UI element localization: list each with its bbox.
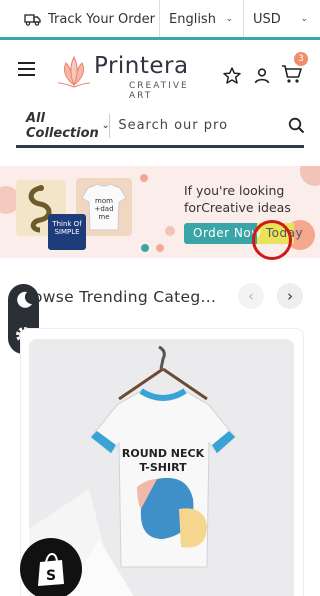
collection-select[interactable]: All Collection ⌄	[16, 110, 111, 141]
site-header: Printera CREATIVE ART 3	[0, 40, 320, 106]
dark-mode-moon-icon[interactable]	[14, 290, 34, 310]
shirt-print-line1: ROUND NECK	[122, 447, 205, 460]
decor-dot	[165, 226, 175, 236]
language-value: English	[169, 11, 216, 27]
cart-icon	[282, 65, 302, 83]
chevron-down-icon: ⌄	[225, 14, 233, 24]
slider-pagination	[140, 238, 180, 257]
chevron-right-icon: ›	[287, 287, 293, 305]
trending-section-header: owse Trending Categ... ‹ ›	[0, 283, 320, 312]
carousel-prev-button[interactable]: ‹	[238, 283, 264, 309]
banner-text-line2: forCreative ideas	[184, 200, 291, 215]
svg-text:S: S	[46, 568, 56, 584]
chevron-down-icon: ⌄	[300, 14, 308, 24]
collection-label: All Collection	[26, 110, 99, 141]
section-title: owse Trending Categ...	[33, 288, 217, 306]
account-icon[interactable]	[253, 67, 271, 85]
currency-select[interactable]: USD ⌄	[244, 0, 320, 38]
chevron-down-icon: ⌄	[101, 120, 110, 131]
product-thumb-poster: Think Of SIMPLE	[48, 214, 86, 250]
shirt-print-line2: T-SHIRT	[139, 461, 187, 474]
svg-text:+dad: +dad	[94, 205, 113, 213]
decor-dot	[140, 174, 148, 182]
wishlist-star-icon[interactable]	[222, 66, 242, 86]
search-input[interactable]	[110, 118, 289, 133]
click-cursor-marker	[252, 220, 292, 260]
top-bar: Track Your Order English ⌄ USD ⌄	[0, 0, 320, 38]
banner-text-line1: If you're looking	[184, 183, 285, 198]
menu-icon[interactable]	[18, 62, 35, 80]
search-icon	[289, 117, 305, 134]
flower-logo-icon	[57, 55, 91, 88]
svg-text:mom: mom	[95, 197, 113, 205]
chevron-left-icon: ‹	[248, 287, 254, 305]
svg-text:me: me	[98, 213, 109, 221]
truck-icon	[24, 13, 41, 26]
cart-count-badge: 3	[294, 52, 308, 66]
header-icons: 3	[222, 52, 308, 88]
page: Track Your Order English ⌄ USD ⌄ Printer…	[0, 0, 320, 596]
slide-dot[interactable]	[156, 244, 164, 252]
decor-dot	[300, 166, 320, 186]
shopify-bag-icon: S	[38, 552, 64, 586]
logo-wordmark: Printera	[94, 53, 189, 79]
currency-value: USD	[253, 11, 281, 27]
track-order-label: Track Your Order	[48, 11, 155, 27]
carousel-next-button[interactable]: ›	[277, 283, 303, 309]
logo-tagline: CREATIVE ART	[129, 81, 189, 101]
slide-dot-active[interactable]	[141, 244, 149, 252]
search-button[interactable]	[288, 117, 305, 134]
search-bar: All Collection ⌄	[16, 106, 305, 148]
language-select[interactable]: English ⌄	[160, 0, 244, 38]
track-order-link[interactable]: Track Your Order	[0, 0, 160, 38]
cart-button[interactable]: 3	[281, 52, 308, 88]
shopify-badge[interactable]: S	[20, 538, 82, 596]
site-logo[interactable]: Printera CREATIVE ART	[54, 53, 206, 101]
banner-text: If you're looking forCreative ideas	[184, 182, 291, 216]
